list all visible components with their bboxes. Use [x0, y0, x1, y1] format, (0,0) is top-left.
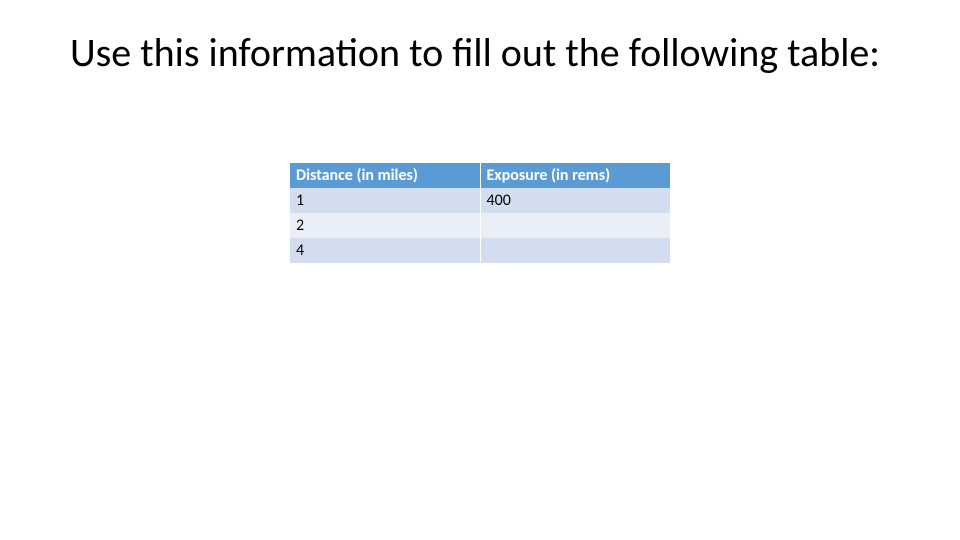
- cell-distance: 1: [290, 188, 480, 213]
- data-table: Distance (in miles) Exposure (in rems) 1…: [290, 163, 670, 263]
- table-row: 1 400: [290, 188, 670, 213]
- table-row: 4: [290, 238, 670, 263]
- cell-distance: 4: [290, 238, 480, 263]
- table-row: 2: [290, 213, 670, 238]
- cell-exposure: [480, 238, 670, 263]
- cell-distance: 2: [290, 213, 480, 238]
- cell-exposure: [480, 213, 670, 238]
- page-title: Use this information to fill out the fol…: [70, 30, 890, 76]
- col-header-distance: Distance (in miles): [290, 163, 480, 188]
- slide: Use this information to fill out the fol…: [0, 0, 960, 540]
- col-header-exposure: Exposure (in rems): [480, 163, 670, 188]
- cell-exposure: 400: [480, 188, 670, 213]
- table-header-row: Distance (in miles) Exposure (in rems): [290, 163, 670, 188]
